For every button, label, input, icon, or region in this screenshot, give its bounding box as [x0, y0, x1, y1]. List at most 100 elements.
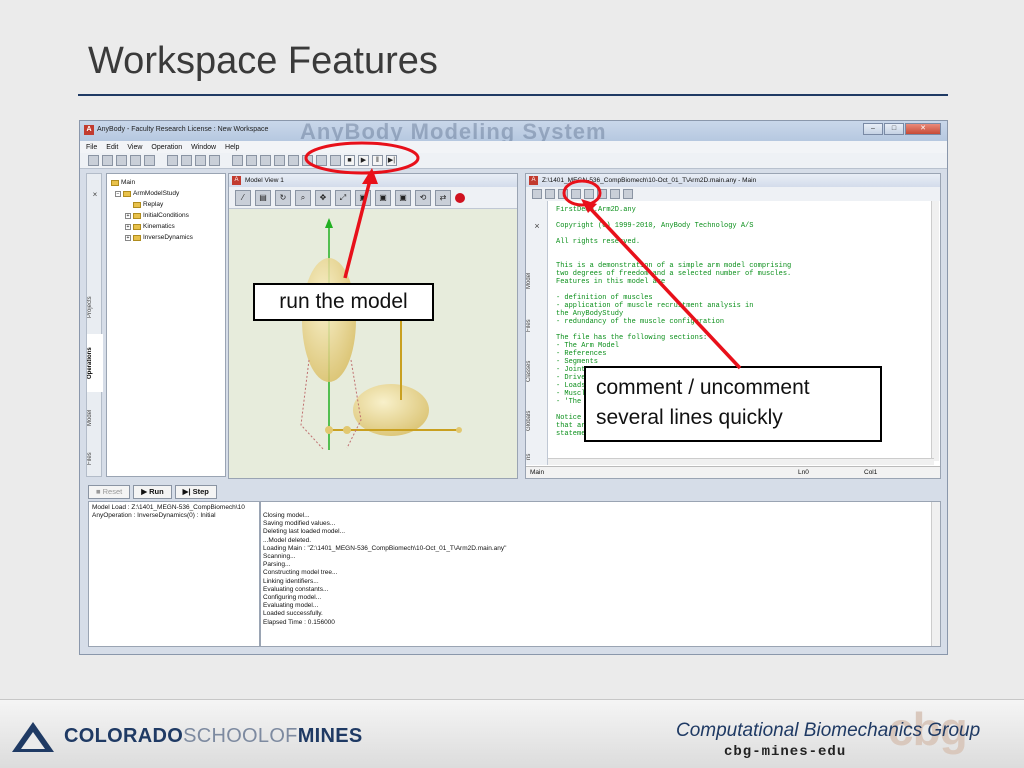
paste-icon[interactable] — [195, 155, 206, 166]
log-line: Elapsed Time : 0.156000 — [263, 618, 335, 626]
print-icon[interactable]: ▤ — [255, 189, 271, 206]
menu-operation[interactable]: Operation — [151, 144, 182, 151]
tree-item-main[interactable]: Main — [111, 177, 221, 188]
output-log[interactable]: Closing model... Saving modified values..… — [260, 501, 941, 647]
minimize-button[interactable]: – — [863, 123, 883, 135]
expand-icon[interactable]: + — [125, 223, 131, 230]
save-icon[interactable] — [116, 155, 127, 166]
editor-close-icon[interactable]: × — [526, 221, 548, 235]
tab-projects[interactable]: Projects — [87, 284, 103, 330]
log-line: Evaluating model... — [263, 602, 319, 610]
panel-close-icon[interactable]: × — [87, 190, 103, 204]
tab-operations[interactable]: Operations — [87, 334, 103, 392]
tab-files[interactable]: Files — [87, 444, 103, 474]
indent-icon[interactable] — [610, 189, 620, 199]
view-top-icon[interactable]: ▣ — [395, 189, 411, 206]
code-line: the AnyBodyStudy — [556, 310, 624, 318]
print-icon[interactable] — [532, 189, 542, 199]
record-icon[interactable] — [455, 192, 465, 203]
menu-window[interactable]: Window — [191, 144, 216, 151]
model-view-titlebar[interactable]: A Model View 1 — [229, 174, 517, 187]
tree-item-armmodelstudy[interactable]: − ArmModelStudy — [111, 188, 221, 199]
code-line: - redundancy of the muscle configuration — [556, 318, 725, 326]
editor-vertical-scrollbar[interactable] — [931, 201, 939, 461]
draw-icon[interactable]: ⁄ — [235, 189, 251, 206]
unindent-icon[interactable] — [623, 189, 633, 199]
chart-icon[interactable] — [260, 155, 271, 166]
zoom-icon[interactable]: ⌕ — [295, 189, 311, 206]
cut-icon[interactable] — [167, 155, 178, 166]
run-button[interactable]: ▶ Run — [133, 485, 172, 499]
run-callout: run the model — [253, 283, 434, 321]
operation-info-panel: Model Load : Z:\1401_MEGN-536_CompBiomec… — [88, 501, 260, 647]
tab-model[interactable]: Model — [87, 400, 103, 436]
open-file-icon[interactable] — [597, 189, 607, 199]
view-side-icon[interactable]: ▣ — [375, 189, 391, 206]
menu-edit[interactable]: Edit — [106, 144, 118, 151]
load-model-icon[interactable] — [144, 155, 155, 166]
window-4-icon[interactable] — [316, 155, 327, 166]
zoom-fit-icon[interactable]: ⤢ — [335, 189, 351, 206]
tree-item-inversedynamics[interactable]: + InverseDynamics — [111, 232, 221, 243]
tab-ns[interactable]: ns — [526, 449, 548, 465]
status-column: Col1 — [864, 469, 878, 476]
anybody-app-icon: A — [232, 176, 241, 185]
operation-info-line: Model Load : Z:\1401_MEGN-536_CompBiomec… — [92, 504, 245, 511]
expand-icon[interactable]: + — [125, 212, 131, 219]
rotate-icon[interactable]: ↻ — [275, 189, 291, 206]
operation-icon — [133, 201, 141, 208]
window-5-icon[interactable] — [330, 155, 341, 166]
window-3-icon[interactable] — [302, 155, 313, 166]
save-all-icon[interactable] — [130, 155, 141, 166]
window-titlebar[interactable]: A AnyBody - Faculty Research License : N… — [80, 121, 947, 144]
log-line: Scanning... — [263, 553, 296, 561]
menu-view[interactable]: View — [127, 144, 142, 151]
view-front-icon[interactable]: ▣ — [355, 189, 371, 206]
mines-logo-icon — [12, 722, 54, 752]
tab-model[interactable]: Model — [526, 261, 548, 301]
find-icon[interactable] — [545, 189, 555, 199]
mines-wordmark: COLORADOSCHOOLOFMINES — [64, 725, 363, 747]
tree-item-initialconditions[interactable]: + InitialConditions — [111, 210, 221, 221]
step-button[interactable]: ▶| Step — [174, 485, 217, 499]
help-icon[interactable] — [232, 155, 243, 166]
menu-help[interactable]: Help — [225, 144, 239, 151]
uncomment-lines-icon[interactable] — [571, 189, 581, 199]
log-vertical-scrollbar[interactable] — [931, 502, 940, 646]
window-2-icon[interactable] — [288, 155, 299, 166]
model-tree-icon[interactable] — [246, 155, 257, 166]
operation-icon — [133, 223, 141, 230]
close-button[interactable]: ✕ — [905, 123, 941, 135]
collapse-icon[interactable]: − — [115, 190, 121, 197]
pan-icon[interactable]: ✥ — [315, 189, 331, 206]
copy-icon[interactable] — [181, 155, 192, 166]
tab-globals[interactable]: Globals — [526, 401, 548, 441]
maximize-button[interactable]: □ — [884, 123, 904, 135]
editor-titlebar[interactable]: A Z:\1401_MEGN-536_CompBiomech\10-Oct_01… — [526, 174, 940, 187]
play-icon[interactable]: ▶ — [358, 155, 369, 166]
cbg-title: Computational Biomechanics Group — [676, 720, 981, 741]
expand-icon[interactable]: + — [125, 234, 131, 241]
editor-tab-strip: × Model Files Classes Globals ns — [526, 201, 548, 465]
print-icon[interactable] — [209, 155, 220, 166]
tree-item-replay[interactable]: Replay — [111, 199, 221, 210]
new-file-icon[interactable] — [88, 155, 99, 166]
move-icon[interactable]: ⇄ — [435, 189, 451, 206]
tab-files[interactable]: Files — [526, 311, 548, 341]
reset-button[interactable]: ■ Reset — [88, 485, 131, 499]
tab-classes[interactable]: Classes — [526, 351, 548, 391]
editor-horizontal-scrollbar[interactable] — [548, 458, 934, 465]
insert-object-icon[interactable] — [584, 189, 594, 199]
tree-item-kinematics[interactable]: + Kinematics — [111, 221, 221, 232]
reset-view-icon[interactable]: ⟲ — [415, 189, 431, 206]
menu-file[interactable]: File — [86, 144, 97, 151]
model-viewport[interactable] — [229, 210, 517, 478]
open-file-icon[interactable] — [102, 155, 113, 166]
step-icon[interactable]: ▶| — [386, 155, 397, 166]
pause-icon[interactable]: ‖ — [372, 155, 383, 166]
window-1-icon[interactable] — [274, 155, 285, 166]
comment-lines-icon[interactable] — [558, 189, 568, 199]
stop-icon[interactable]: ■ — [344, 155, 355, 166]
